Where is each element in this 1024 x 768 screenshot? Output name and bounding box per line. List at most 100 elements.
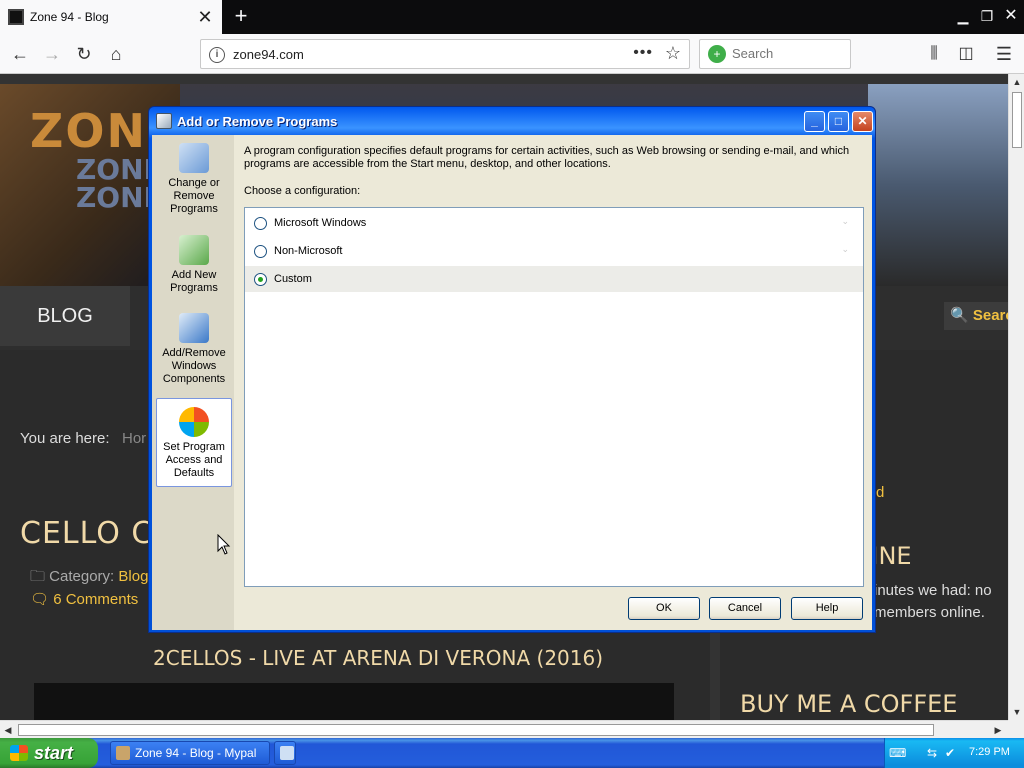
search-bar[interactable]: + xyxy=(699,39,851,69)
control-panel-icon xyxy=(156,113,172,129)
taskbar-item-control-panel[interactable] xyxy=(274,741,296,765)
radio-button[interactable] xyxy=(254,217,267,230)
scrollbar-corner xyxy=(1008,720,1024,738)
site-logo[interactable]: ZON xyxy=(30,104,147,158)
configuration-description: A program configuration specifies defaul… xyxy=(244,145,850,170)
config-option-label: Microsoft Windows xyxy=(274,217,367,229)
scroll-right-icon[interactable]: ▶ xyxy=(990,722,1006,738)
choose-configuration-label: Choose a configuration: xyxy=(244,185,361,197)
dialog-close-button[interactable]: ✕ xyxy=(852,111,873,132)
menu-item-blog[interactable]: BLOG xyxy=(0,286,130,346)
home-button[interactable]: ⌂ xyxy=(102,40,130,68)
system-tray: ⌨ ⇆ ✔ 7:29 PM xyxy=(884,738,1024,768)
search-engine-icon[interactable]: + xyxy=(708,45,726,63)
restore-window-button[interactable]: ❐ xyxy=(976,4,998,28)
online-text: inutes we had: no members online. xyxy=(874,582,992,621)
windows-flag-icon xyxy=(10,745,28,761)
network-icon[interactable]: ⇆ xyxy=(925,746,939,760)
site-logo-sub: ZONE ZONE xyxy=(76,153,163,214)
search-input[interactable] xyxy=(732,46,842,61)
scroll-up-icon[interactable]: ▲ xyxy=(1009,74,1024,90)
config-option-custom[interactable]: Custom xyxy=(245,266,863,292)
dialog-titlebar[interactable]: Add or Remove Programs _ □ ✕ xyxy=(152,107,873,135)
control-panel-app-icon xyxy=(280,746,294,760)
browser-app-icon xyxy=(116,746,130,760)
horizontal-scrollbar[interactable]: ◀ ▶ xyxy=(0,720,1008,738)
sidebar-item-label: Add/Remove Windows Components xyxy=(162,347,226,385)
expand-chevron-icon[interactable]: ⌄ xyxy=(841,244,849,255)
windows-taskbar: start Zone 94 - Blog - Mypal ⌨ ⇆ ✔ 7:29 … xyxy=(0,738,1024,768)
dialog-maximize-button[interactable]: □ xyxy=(828,111,849,132)
dialog-title: Add or Remove Programs xyxy=(177,114,338,129)
scroll-left-icon[interactable]: ◀ xyxy=(0,722,16,738)
sidebar-item-add-new[interactable]: Add New Programs xyxy=(156,235,232,295)
browser-tab[interactable]: Zone 94 - Blog ✕ xyxy=(0,0,222,34)
page-actions-icon[interactable]: ••• xyxy=(633,44,653,62)
reload-button[interactable]: ↻ xyxy=(70,40,98,68)
config-option-non-microsoft[interactable]: Non-Microsoft ⌄ xyxy=(245,238,863,264)
start-button[interactable]: start xyxy=(0,738,98,768)
vertical-scrollbar[interactable]: ▲ ▼ xyxy=(1008,74,1024,720)
category-label: Category: xyxy=(49,568,115,585)
url-bar[interactable]: i zone94.com ••• ☆ xyxy=(200,39,690,69)
expand-chevron-icon[interactable]: ⌄ xyxy=(841,216,849,227)
config-option-microsoft-windows[interactable]: Microsoft Windows ⌄ xyxy=(245,210,863,236)
dialog-body: Change or Remove Programs Add New Progra… xyxy=(152,135,872,630)
banner-right-art xyxy=(868,84,1008,286)
vertical-scroll-thumb[interactable] xyxy=(1012,92,1022,148)
comments-count[interactable]: 6 Comments xyxy=(53,591,138,608)
scroll-down-icon[interactable]: ▼ xyxy=(1009,704,1024,720)
config-option-label: Custom xyxy=(274,273,312,285)
video-embed[interactable] xyxy=(34,683,674,720)
post-subtitle: 2CELLOS - LIVE AT ARENA DI VERONA (2016) xyxy=(153,646,604,670)
ok-button[interactable]: OK xyxy=(628,597,700,620)
tab-strip: Zone 94 - Blog ✕ + ▁ ❐ ✕ xyxy=(0,0,1024,34)
breadcrumb-label: You are here: xyxy=(20,430,110,447)
site-favicon-icon xyxy=(8,9,24,25)
horizontal-scroll-thumb[interactable] xyxy=(18,724,934,736)
url-text[interactable]: zone94.com xyxy=(233,47,304,62)
start-label: start xyxy=(34,743,74,763)
sidebar-item-windows-components[interactable]: Add/Remove Windows Components xyxy=(156,313,232,386)
radio-button[interactable] xyxy=(254,245,267,258)
minimize-window-button[interactable]: ▁ xyxy=(952,4,974,28)
radio-button[interactable] xyxy=(254,273,267,286)
sidebar-link[interactable]: d xyxy=(876,484,884,501)
sidebar-item-label: Change or Remove Programs xyxy=(168,177,220,215)
new-tab-button[interactable]: + xyxy=(228,0,254,34)
sidebar-toggle-icon[interactable]: ◫ xyxy=(952,40,980,68)
library-icon[interactable]: ⫼ xyxy=(920,40,948,68)
taskbar-item-label: Zone 94 - Blog - Mypal xyxy=(135,746,257,760)
change-remove-programs-icon xyxy=(179,143,209,173)
category-link[interactable]: Blog xyxy=(118,568,148,585)
keyboard-icon[interactable]: ⌨ xyxy=(889,746,906,760)
comments-link[interactable]: 🗨 6 Comments xyxy=(30,590,138,608)
add-remove-programs-dialog: Add or Remove Programs _ □ ✕ Change or R… xyxy=(148,106,876,633)
clock[interactable]: 7:29 PM xyxy=(969,746,1010,758)
bookmark-star-icon[interactable]: ☆ xyxy=(665,43,681,64)
cancel-button[interactable]: Cancel xyxy=(709,597,781,620)
program-access-icon xyxy=(179,407,209,437)
security-icon[interactable]: ✔ xyxy=(943,746,957,760)
sidebar-item-label: Set Program Access and Defaults xyxy=(163,441,225,479)
sidebar-item-program-access[interactable]: Set Program Access and Defaults xyxy=(156,398,232,487)
dialog-main: A program configuration specifies defaul… xyxy=(234,135,872,630)
help-button[interactable]: Help xyxy=(791,597,863,620)
menu-hamburger-icon[interactable]: ☰ xyxy=(990,40,1018,68)
site-info-icon[interactable]: i xyxy=(209,47,225,63)
forward-button[interactable]: → xyxy=(38,40,66,68)
tab-close-icon[interactable]: ✕ xyxy=(194,0,216,34)
dialog-minimize-button[interactable]: _ xyxy=(804,111,825,132)
sidebar-item-change-remove[interactable]: Change or Remove Programs xyxy=(156,143,232,216)
windows-components-icon xyxy=(179,313,209,343)
back-button[interactable]: ← xyxy=(6,40,34,68)
configuration-list: Microsoft Windows ⌄ Non-Microsoft ⌄ Cust… xyxy=(244,207,864,587)
site-search-label: Searc xyxy=(972,307,1008,324)
sidebar-item-label: Add New Programs xyxy=(170,269,218,294)
navigation-toolbar: ← → ↻ ⌂ i zone94.com ••• ☆ + ⫼ ◫ ☰ xyxy=(0,34,1024,74)
site-search-button[interactable]: 🔍 Searc xyxy=(944,302,1008,330)
taskbar-item-browser[interactable]: Zone 94 - Blog - Mypal xyxy=(110,741,270,765)
close-window-button[interactable]: ✕ xyxy=(1000,4,1022,28)
add-new-programs-icon xyxy=(179,235,209,265)
breadcrumb-home-link[interactable]: Hor xyxy=(122,430,146,447)
